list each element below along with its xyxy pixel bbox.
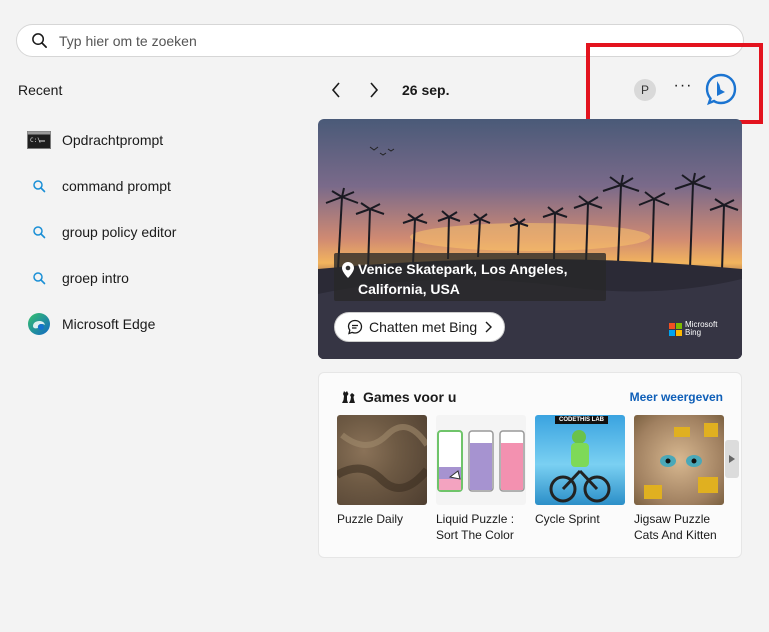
game-label: Liquid Puzzle : Sort The Color	[436, 512, 515, 542]
game-thumbnail	[436, 415, 526, 505]
recent-item-opdrachtprompt[interactable]: C:\ Opdrachtprompt	[26, 117, 296, 163]
game-tile-puzzle-daily[interactable]: Puzzle Daily	[337, 415, 427, 527]
game-thumbnail	[337, 415, 427, 505]
edge-icon	[26, 311, 52, 337]
game-label: Cycle Sprint	[535, 512, 600, 526]
chess-pieces-icon	[342, 391, 355, 403]
microsoft-logo-icon	[669, 322, 682, 336]
avatar[interactable]: P	[634, 79, 656, 101]
games-title: Games voor u	[363, 389, 457, 405]
recent-item-label: command prompt	[62, 178, 171, 194]
bing-chat-button[interactable]	[704, 72, 738, 106]
recent-item-command-prompt[interactable]: command prompt	[26, 163, 296, 209]
logo-text-bing: Bing	[685, 328, 702, 337]
recent-item-label: Opdrachtprompt	[62, 132, 164, 148]
chat-bubble-icon	[347, 319, 363, 335]
chevron-right-icon	[370, 82, 379, 98]
games-card: Games voor u Meer weergeven Puzzle Daily…	[318, 372, 742, 558]
game-tile-liquid-puzzle[interactable]: Liquid Puzzle : Sort The Color	[436, 415, 526, 543]
location-tag[interactable]: Venice Skatepark, Los Angeles, Californi…	[334, 253, 606, 301]
recent-item-microsoft-edge[interactable]: Microsoft Edge	[26, 301, 296, 347]
more-options-button[interactable]: ···	[672, 78, 694, 98]
game-tile-jigsaw-puzzle[interactable]: Jigsaw Puzzle Cats And Kitten	[634, 415, 724, 543]
recent-list: C:\ Opdrachtprompt command prompt group …	[26, 117, 296, 347]
codethislab-badge: CODETHIS LAB	[555, 416, 608, 424]
search-icon	[26, 219, 52, 245]
show-more-link[interactable]: Meer weergeven	[630, 390, 723, 404]
game-thumbnail: CODETHIS LAB	[535, 415, 625, 505]
scroll-right-button[interactable]	[725, 440, 739, 478]
location-pin-icon	[342, 262, 354, 278]
back-button[interactable]	[326, 79, 346, 101]
location-text: Venice Skatepark, Los Angeles, Californi…	[358, 261, 568, 297]
recent-item-label: group policy editor	[62, 224, 177, 240]
recent-heading: Recent	[18, 82, 63, 98]
recent-item-label: Microsoft Edge	[62, 316, 156, 332]
search-icon	[26, 173, 52, 199]
game-label: Jigsaw Puzzle Cats And Kitten	[634, 512, 717, 542]
cmd-icon: C:\	[26, 127, 52, 153]
date-label: 26 sep.	[402, 82, 450, 98]
search-icon	[32, 33, 47, 48]
recent-item-label: groep intro	[62, 270, 129, 286]
game-tile-cycle-sprint[interactable]: CODETHIS LAB Cycle Sprint	[535, 415, 625, 527]
search-icon	[26, 265, 52, 291]
recent-item-groep-intro[interactable]: groep intro	[26, 255, 296, 301]
hero-image-card[interactable]: Venice Skatepark, Los Angeles, Californi…	[318, 119, 742, 359]
game-thumbnail	[634, 415, 724, 505]
chat-with-bing-button[interactable]: Chatten met Bing	[334, 312, 505, 342]
recent-item-group-policy-editor[interactable]: group policy editor	[26, 209, 296, 255]
chevron-right-icon	[485, 321, 493, 333]
caret-right-icon	[729, 455, 735, 463]
chevron-left-icon	[331, 82, 340, 98]
game-label: Puzzle Daily	[337, 512, 404, 526]
forward-button[interactable]	[364, 79, 384, 101]
bing-icon	[705, 73, 737, 106]
microsoft-bing-logo: Microsoft Bing	[669, 321, 717, 337]
chat-with-bing-label: Chatten met Bing	[369, 319, 478, 335]
